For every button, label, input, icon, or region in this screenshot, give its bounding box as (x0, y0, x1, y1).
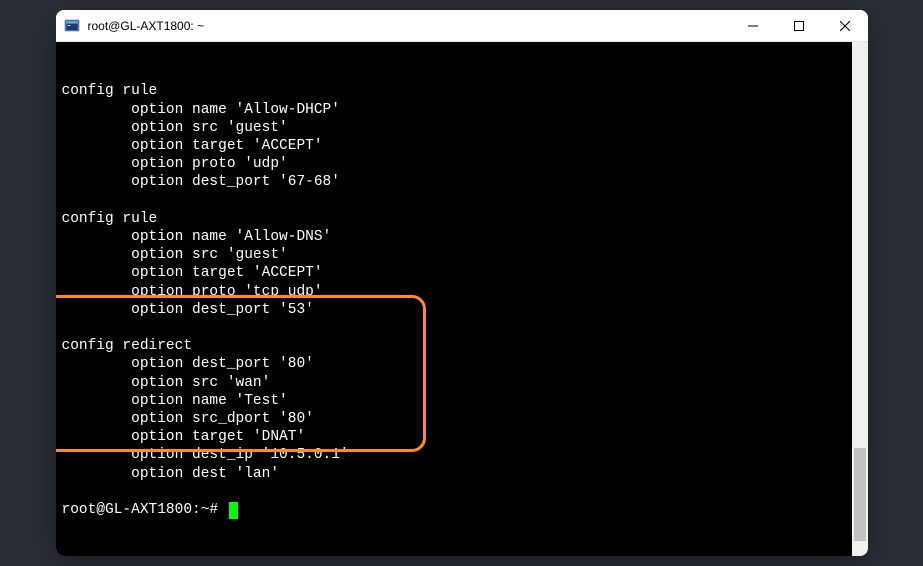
terminal-line: option name 'Test' (62, 392, 862, 410)
prompt-text: root@GL-AXT1800:~# (62, 501, 227, 519)
terminal-line: option proto 'udp' (62, 155, 862, 173)
maximize-button[interactable] (776, 10, 822, 42)
prompt-line[interactable]: root@GL-AXT1800:~# (62, 501, 862, 519)
terminal-line: config rule (62, 210, 862, 228)
terminal-body[interactable]: config rule option name 'Allow-DHCP' opt… (56, 42, 868, 556)
terminal-line: config rule (62, 82, 862, 100)
terminal-line (62, 192, 862, 210)
terminal-line: option dest_port '67-68' (62, 173, 862, 191)
app-icon (64, 18, 80, 34)
terminal-line: option src 'guest' (62, 119, 862, 137)
terminal-line: option target 'DNAT' (62, 428, 862, 446)
close-button[interactable] (822, 10, 868, 42)
terminal-line: option name 'Allow-DHCP' (62, 101, 862, 119)
minimize-button[interactable] (730, 10, 776, 42)
terminal-line: option src 'guest' (62, 246, 862, 264)
terminal-line: option target 'ACCEPT' (62, 137, 862, 155)
terminal-line (62, 483, 862, 501)
window-title: root@GL-AXT1800: ~ (88, 19, 730, 33)
terminal-line: option target 'ACCEPT' (62, 264, 862, 282)
cursor (229, 502, 238, 519)
terminal-line: option dest 'lan' (62, 465, 862, 483)
terminal-line: option name 'Allow-DNS' (62, 228, 862, 246)
terminal-window: root@GL-AXT1800: ~ config rule option na… (56, 10, 868, 556)
terminal-line: option dest_ip '10.5.0.1' (62, 446, 862, 464)
titlebar: root@GL-AXT1800: ~ (56, 10, 868, 42)
terminal-line: option dest_port '53' (62, 301, 862, 319)
terminal-line: option src_dport '80' (62, 410, 862, 428)
terminal-line: option src 'wan' (62, 374, 862, 392)
terminal-line (62, 319, 862, 337)
window-controls (730, 10, 868, 41)
terminal-content: config rule option name 'Allow-DHCP' opt… (62, 82, 862, 519)
terminal-line: config redirect (62, 337, 862, 355)
terminal-line: option dest_port '80' (62, 355, 862, 373)
terminal-line: option proto 'tcp udp' (62, 283, 862, 301)
